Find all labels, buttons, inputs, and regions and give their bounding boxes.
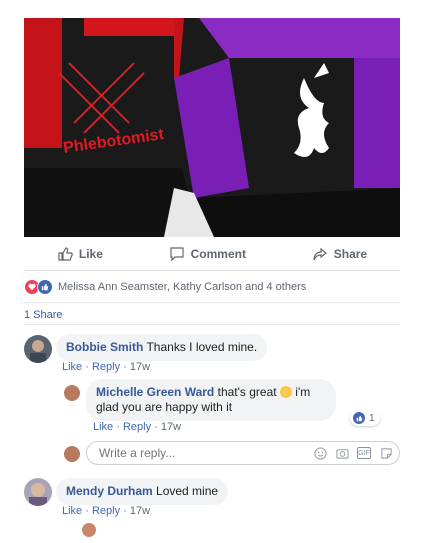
commenter-name[interactable]: Bobbie Smith xyxy=(66,340,143,354)
comment-bubble: Mendy Durham Loved mine xyxy=(56,478,229,505)
like-button[interactable]: Like xyxy=(57,246,103,262)
comment-time[interactable]: 17w xyxy=(130,505,150,517)
comment-bubble: Bobbie Smith Thanks I loved mine. xyxy=(56,334,268,361)
avatar[interactable] xyxy=(24,478,52,506)
avatar[interactable] xyxy=(64,385,80,401)
comment-text: Loved mine xyxy=(156,484,219,498)
comment-meta: Like · Reply · 17w xyxy=(93,421,182,433)
avatar[interactable] xyxy=(24,335,52,363)
sticker-icon[interactable] xyxy=(379,446,393,460)
comment-like-link[interactable]: Like xyxy=(93,421,113,433)
avatar xyxy=(64,446,80,462)
like-reaction-icon xyxy=(37,279,53,295)
like-reaction-icon xyxy=(352,411,366,425)
divider xyxy=(24,324,400,325)
comment-text: Thanks I loved mine. xyxy=(146,340,258,354)
comment-time[interactable]: 17w xyxy=(161,421,181,433)
comment-meta: Like · Reply · 17w xyxy=(62,505,151,517)
avatar xyxy=(82,523,96,537)
like-label: Like xyxy=(78,247,103,261)
comment-button[interactable]: Comment xyxy=(169,246,246,262)
commenter-name[interactable]: Michelle Green Ward xyxy=(96,385,214,399)
comment-label: Comment xyxy=(190,247,246,261)
comment-icon xyxy=(170,247,184,262)
reactions-summary[interactable]: Melissa Ann Seamster, Kathy Carlson and … xyxy=(24,278,400,296)
reply-bubble: Michelle Green Ward that's great i'm gla… xyxy=(86,379,336,421)
shares-count[interactable]: 1 Share xyxy=(24,302,400,321)
share-icon xyxy=(313,247,327,261)
post-photo[interactable]: Phlebotomist xyxy=(24,18,400,237)
comment-meta: Like · Reply · 17w xyxy=(62,361,151,373)
comment-reply-link[interactable]: Reply xyxy=(92,361,120,373)
comment-reply-link[interactable]: Reply xyxy=(92,505,120,517)
smiley-emoji-icon xyxy=(279,386,292,398)
post-action-bar: Like Comment Share xyxy=(24,238,400,271)
comment-text: that's great xyxy=(217,385,277,399)
reply-input[interactable] xyxy=(97,445,313,461)
comment-like-link[interactable]: Like xyxy=(62,361,82,373)
comment-reply-link[interactable]: Reply xyxy=(123,421,151,433)
camera-icon[interactable] xyxy=(335,446,349,460)
emoji-icon[interactable] xyxy=(313,446,327,460)
tote-bags-image: Phlebotomist xyxy=(24,18,400,237)
share-label: Share xyxy=(333,247,368,261)
reply-reaction-badge[interactable]: 1 xyxy=(350,410,380,426)
share-button[interactable]: Share xyxy=(312,246,367,262)
comment-time[interactable]: 17w xyxy=(130,361,150,373)
comment-like-link[interactable]: Like xyxy=(62,505,82,517)
reaction-count: 1 xyxy=(369,412,375,424)
gif-icon[interactable]: GIF xyxy=(357,447,371,459)
reactions-text: Melissa Ann Seamster, Kathy Carlson and … xyxy=(58,281,307,293)
commenter-name[interactable]: Mendy Durham xyxy=(66,484,153,498)
reply-composer: GIF xyxy=(86,441,400,465)
thumbs-up-icon xyxy=(58,247,73,261)
